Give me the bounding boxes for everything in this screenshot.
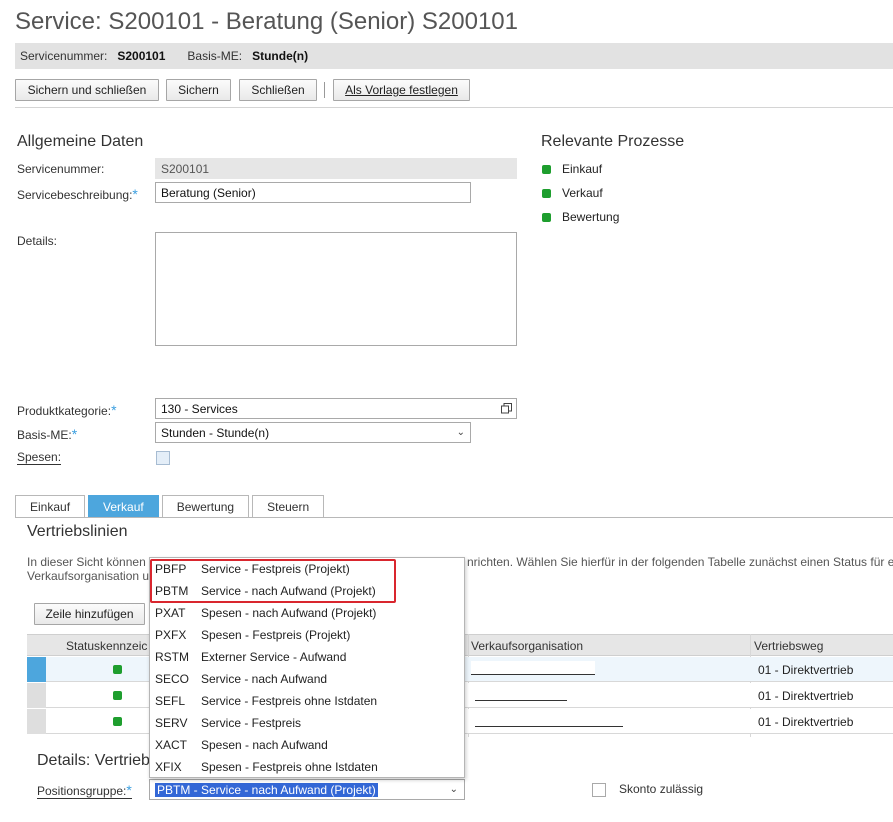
info-label-servicenummer: Servicenummer: xyxy=(20,49,108,63)
details-textarea[interactable] xyxy=(155,232,517,346)
status-green-icon xyxy=(542,213,551,222)
dropdown-option[interactable]: XFIX Spesen - Festpreis ohne Istdaten xyxy=(155,760,378,774)
dropdown-option[interactable]: PXAT Spesen - nach Aufwand (Projekt) xyxy=(155,606,376,620)
value-help-icon[interactable] xyxy=(501,403,512,414)
column-channel[interactable]: Vertriebsweg xyxy=(754,639,823,653)
save-and-close-button[interactable]: Sichern und schließen xyxy=(15,79,159,101)
relevant-processes-title: Relevante Prozesse xyxy=(541,133,685,150)
vertriebslinien-description-line2: Verkaufsorganisation u xyxy=(27,569,150,583)
tab-verkauf[interactable]: Verkauf xyxy=(88,495,159,518)
dropdown-option[interactable]: SEFL Service - Festpreis ohne Istdaten xyxy=(155,694,377,708)
dropdown-option[interactable]: RSTM Externer Service - Aufwand xyxy=(155,650,346,664)
process-verkauf: Verkauf xyxy=(562,186,603,200)
produktkategorie-label: Produktkategorie:* xyxy=(17,402,117,418)
highlight-annotation-box xyxy=(150,559,396,603)
positionsgruppe-select[interactable]: PBTM - Service - nach Aufwand (Projekt) … xyxy=(149,779,465,800)
positionsgruppe-label: Positionsgruppe:* xyxy=(37,782,132,799)
info-value-basis-me: Stunde(n) xyxy=(252,49,309,63)
servicebeschreibung-label: Servicebeschreibung:* xyxy=(17,186,138,202)
tab-einkauf[interactable]: Einkauf xyxy=(15,495,86,518)
details-vertrieb-title: Details: Vertrieb xyxy=(37,752,150,769)
close-button[interactable]: Schließen xyxy=(239,79,317,101)
servicenummer-field: S200101 xyxy=(155,158,517,179)
sales-org-masked: 2100 - DR Dallas xyxy=(475,687,567,701)
column-sales-org[interactable]: Verkaufsorganisation xyxy=(471,639,583,653)
save-button[interactable]: Sichern xyxy=(166,79,231,101)
chevron-down-icon: ⌄ xyxy=(456,427,465,438)
sales-org-masked xyxy=(471,661,595,675)
servicebeschreibung-input[interactable]: Beratung (Senior) xyxy=(155,182,471,203)
row-selector[interactable] xyxy=(27,657,46,682)
required-marker: * xyxy=(132,186,138,202)
dropdown-option[interactable]: SECO Service - nach Aufwand xyxy=(155,672,327,686)
add-row-button[interactable]: Zeile hinzufügen xyxy=(34,603,145,625)
process-einkauf: Einkauf xyxy=(562,162,603,176)
set-as-template-button[interactable]: Als Vorlage festlegen xyxy=(333,79,470,101)
details-label: Details: xyxy=(17,234,58,248)
vertriebslinien-description-end: nrichten. Wählen Sie hierfür in der folg… xyxy=(467,555,893,569)
produktkategorie-input[interactable]: 130 - Services xyxy=(155,398,517,419)
status-green-icon xyxy=(113,691,122,700)
status-green-icon xyxy=(542,189,551,198)
channel-cell: 01 - Direktvertrieb xyxy=(758,715,854,729)
dropdown-option[interactable]: PXFX Spesen - Festpreis (Projekt) xyxy=(155,628,350,642)
servicenummer-label: Servicenummer: xyxy=(17,162,105,176)
dropdown-option[interactable]: XACT Spesen - nach Aufwand xyxy=(155,738,328,752)
tab-steuern[interactable]: Steuern xyxy=(252,495,325,518)
positionsgruppe-value: PBTM - Service - nach Aufwand (Projekt) xyxy=(155,783,378,797)
vertriebslinien-description-start: In dieser Sicht können xyxy=(27,555,146,569)
tab-divider xyxy=(15,517,893,518)
process-bewertung: Bewertung xyxy=(562,210,620,224)
toolbar-separator xyxy=(324,82,325,98)
status-green-icon xyxy=(113,665,122,674)
column-status[interactable]: Statuskennzeic xyxy=(66,639,147,653)
page-title: Service: S200101 - Beratung (Senior) S20… xyxy=(15,8,518,35)
info-value-servicenummer: S200101 xyxy=(117,49,166,63)
sales-org-masked xyxy=(475,713,623,727)
channel-cell: 01 - Direktvertrieb xyxy=(758,663,854,677)
row-selector[interactable] xyxy=(27,683,46,708)
skonto-label: Skonto zulässig xyxy=(619,782,704,796)
skonto-checkbox[interactable] xyxy=(592,783,606,797)
spesen-checkbox[interactable] xyxy=(156,451,170,465)
status-green-icon xyxy=(542,165,551,174)
channel-cell: 01 - Direktvertrieb xyxy=(758,689,854,703)
toolbar-divider xyxy=(15,107,893,108)
spesen-label: Spesen: xyxy=(17,450,62,465)
info-bar: Servicenummer: S200101 Basis-ME: Stunde(… xyxy=(15,43,893,69)
row-selector[interactable] xyxy=(27,709,46,734)
chevron-down-icon: ⌄ xyxy=(449,784,458,795)
vertriebslinien-title: Vertriebslinien xyxy=(27,523,128,540)
status-green-icon xyxy=(113,717,122,726)
dropdown-option[interactable]: SERV Service - Festpreis xyxy=(155,716,301,730)
general-data-title: Allgemeine Daten xyxy=(17,133,144,150)
info-label-basis-me: Basis-ME: xyxy=(187,49,243,63)
basis-me-select[interactable]: Stunden - Stunde(n) ⌄ xyxy=(155,422,471,443)
basis-me-label: Basis-ME:* xyxy=(17,426,78,442)
tab-bewertung[interactable]: Bewertung xyxy=(161,495,250,518)
tab-bar: Einkauf Verkauf Bewertung Steuern xyxy=(15,495,327,518)
